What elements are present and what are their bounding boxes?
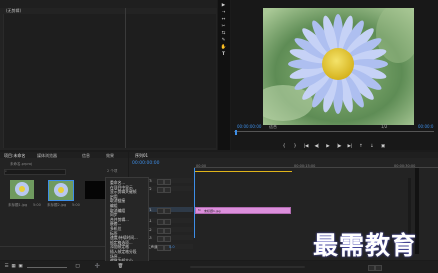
- clip-label: 未标题1.jpg: [204, 208, 221, 213]
- lift-icon[interactable]: ↑: [358, 144, 364, 149]
- quality-dropdown[interactable]: 1/2: [381, 124, 387, 129]
- item-count: 2 个项: [107, 169, 118, 173]
- source-panel-header: [0, 0, 217, 8]
- fit-dropdown[interactable]: 适合: [269, 124, 277, 130]
- track-toggle-button[interactable]: [157, 186, 164, 193]
- track-lock-button[interactable]: [164, 218, 171, 225]
- list-view-icon[interactable]: ☰: [4, 264, 9, 269]
- project-item-duration-1: 5:00: [33, 203, 41, 207]
- export-frame-icon[interactable]: ▣: [380, 144, 386, 149]
- search-input[interactable]: [4, 169, 66, 175]
- thumbnail-flower-icon: [54, 183, 68, 197]
- track-lock-button[interactable]: [164, 235, 171, 242]
- track-lock-button[interactable]: [164, 207, 171, 214]
- icon-view-icon[interactable]: ▦: [11, 264, 16, 269]
- context-menu: 重命名... 在项目中显示 显示剪辑关键帧 启用 取消链接 编组 取消编组 同步 合并剪辑...…: [105, 177, 149, 269]
- thumbnail-flower-icon: [15, 182, 29, 196]
- track-lock-button[interactable]: [164, 178, 171, 185]
- ruler-label-1: 00:00:15:00: [294, 164, 316, 168]
- tools-panel: ▶ ⇢ ↔ ✂ ⇆ ✎ ✋ T: [218, 0, 230, 150]
- track-toggle-button[interactable]: [157, 244, 164, 251]
- tab-sequence[interactable]: 序列01: [135, 153, 148, 159]
- step-forward-icon[interactable]: |▶: [336, 144, 342, 149]
- zoom-slider[interactable]: [27, 266, 67, 267]
- track-toggle-button[interactable]: [157, 227, 164, 234]
- play-icon[interactable]: ▶: [325, 144, 331, 149]
- project-path: 未命名.prproj: [10, 162, 32, 166]
- delete-icon[interactable]: 🗑: [118, 264, 124, 269]
- program-timecode[interactable]: 00:00:00:00: [237, 124, 261, 129]
- clip-fx-icon: fx: [198, 208, 201, 212]
- timeline-tabbar: [129, 152, 438, 158]
- slip-icon[interactable]: ⇆: [221, 31, 226, 36]
- project-item-name-2[interactable]: 未标题2.jpg: [47, 203, 66, 208]
- ruler-label-2: 00:00:30:00: [394, 164, 416, 168]
- track-toggle-button[interactable]: [157, 235, 164, 242]
- project-item-name-1[interactable]: 未标题1.jpg: [8, 203, 27, 208]
- hand-icon[interactable]: ✋: [221, 45, 227, 50]
- track-lock-button[interactable]: [164, 227, 171, 234]
- playhead-line[interactable]: [194, 168, 195, 238]
- timeline-timecode[interactable]: 00:00:00:00: [132, 161, 159, 166]
- new-bin-icon[interactable]: □: [75, 264, 80, 269]
- source-monitor-viewer: [3, 14, 216, 148]
- flower-center: [322, 48, 354, 80]
- track-toggle-button[interactable]: [157, 207, 164, 214]
- project-item-thumb-2[interactable]: [48, 180, 74, 201]
- search-icon: ⌕: [5, 168, 7, 173]
- track-lock-button[interactable]: [164, 186, 171, 193]
- tab-effects[interactable]: 效果: [106, 153, 114, 159]
- source-monitor-panel: (无剪辑): [0, 0, 217, 150]
- watermark: 最需教育: [313, 231, 418, 260]
- ruler-label-0: 00:00: [196, 164, 207, 168]
- solo-button[interactable]: [368, 265, 375, 271]
- project-item-thumb-3[interactable]: [85, 181, 107, 199]
- new-item-icon[interactable]: ➕: [95, 264, 101, 269]
- playhead-range-bar: [194, 171, 292, 172]
- status-bar: ☰ ▦ ▣ □ ➕ 🗑: [0, 261, 438, 273]
- track-toggle-button[interactable]: [157, 218, 164, 225]
- mute-button[interactable]: [375, 265, 382, 271]
- program-monitor-panel: 00:00:00:00 适合 1/2 00:00:0 {} |◀ ◀| ▶ |▶ ▶| ↑ ↓…: [231, 0, 438, 150]
- program-monitor-image: [263, 8, 414, 125]
- tab-project[interactable]: 项目:未命名: [4, 153, 25, 159]
- go-to-out-icon[interactable]: ▶|: [347, 144, 353, 149]
- step-back-icon[interactable]: ◀|: [314, 144, 320, 149]
- tab-info[interactable]: 信息: [82, 153, 90, 159]
- timeline-zoom-scroll[interactable]: [190, 266, 305, 268]
- timeline-clip[interactable]: fx 未标题1.jpg: [195, 207, 291, 214]
- selection-icon[interactable]: ▶: [221, 3, 226, 8]
- program-duration: 00:00:0: [418, 124, 434, 129]
- track-toggle-button[interactable]: [157, 178, 164, 185]
- tab-media-browser[interactable]: 媒体浏览器: [37, 153, 57, 159]
- program-playhead[interactable]: [235, 130, 237, 135]
- go-to-in-icon[interactable]: |◀: [303, 144, 309, 149]
- project-item-duration-2: 5:00: [72, 203, 80, 207]
- extract-icon[interactable]: ↓: [369, 144, 375, 149]
- pen-icon[interactable]: ✎: [221, 38, 226, 43]
- project-item-thumb-1[interactable]: [10, 180, 34, 199]
- master-volume-value[interactable]: 0.0: [169, 245, 175, 249]
- ripple-edit-icon[interactable]: ↔: [221, 17, 226, 22]
- type-icon[interactable]: T: [221, 52, 226, 57]
- mark-in-icon[interactable]: {: [281, 144, 287, 149]
- freeform-view-icon[interactable]: ▣: [18, 264, 23, 269]
- program-scrubber[interactable]: [234, 131, 434, 132]
- mark-out-icon[interactable]: }: [292, 144, 298, 149]
- razor-icon[interactable]: ✂: [221, 24, 226, 29]
- track-select-icon[interactable]: ⇢: [221, 10, 226, 15]
- source-panel-divider: [125, 8, 126, 148]
